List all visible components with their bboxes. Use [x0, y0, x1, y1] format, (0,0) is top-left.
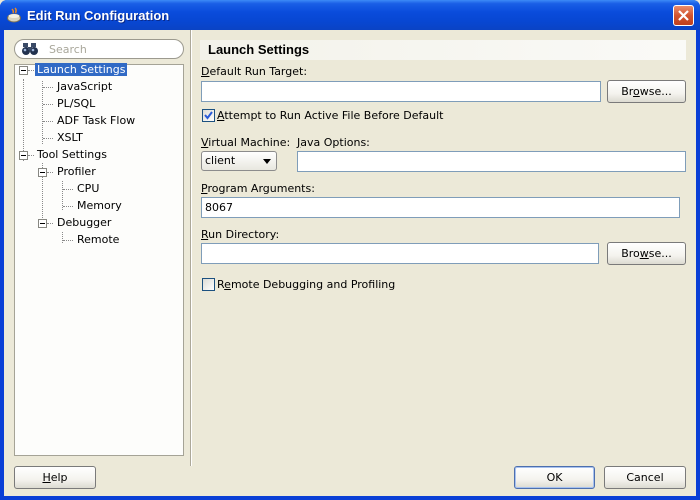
default-run-target-input[interactable]: [201, 81, 601, 102]
section-title: Launch Settings: [208, 42, 310, 57]
cancel-button[interactable]: Cancel: [604, 466, 686, 489]
ok-button[interactable]: OK: [514, 466, 595, 489]
browse-run-directory-button[interactable]: Browse...: [607, 242, 686, 265]
window-title: Edit Run Configuration: [27, 8, 170, 23]
tree-item-plsql[interactable]: PL/SQL: [57, 96, 95, 112]
collapse-profiler-icon[interactable]: [38, 168, 47, 177]
close-button[interactable]: [673, 5, 694, 26]
tree-item-remote[interactable]: Remote: [77, 232, 119, 248]
checkmark-icon: [204, 111, 213, 120]
tree-item-tool-settings[interactable]: Tool Settings: [37, 147, 107, 163]
virtual-machine-label: Virtual Machine:: [201, 136, 291, 149]
search-input[interactable]: Search: [14, 39, 184, 59]
search-placeholder: Search: [49, 43, 87, 56]
run-directory-label: Run Directory:: [201, 228, 280, 241]
tree-item-javascript[interactable]: JavaScript: [57, 79, 112, 95]
remote-debugging-label[interactable]: Remote Debugging and Profiling: [217, 278, 395, 291]
java-options-input[interactable]: [297, 151, 686, 172]
tree-item-xslt[interactable]: XSLT: [57, 130, 83, 146]
run-directory-input[interactable]: [201, 243, 599, 264]
settings-tree: Launch Settings JavaScript PL/SQL ADF Ta…: [14, 62, 184, 456]
attempt-active-file-checkbox[interactable]: [202, 109, 215, 122]
remote-debugging-checkbox[interactable]: [202, 278, 215, 291]
java-cup-icon: [6, 7, 22, 23]
tree-item-debugger[interactable]: Debugger: [57, 215, 111, 231]
tree-item-launch-settings[interactable]: Launch Settings: [35, 62, 128, 78]
help-button[interactable]: Help: [14, 466, 96, 489]
browse-run-target-button[interactable]: Browse...: [607, 80, 686, 103]
virtual-machine-select[interactable]: client: [201, 151, 277, 171]
close-icon: [678, 10, 689, 21]
program-arguments-input[interactable]: [201, 197, 680, 218]
panel-splitter[interactable]: [190, 30, 192, 466]
tree-item-adf-task-flow[interactable]: ADF Task Flow: [57, 113, 135, 129]
default-run-target-label: Default Run Target:: [201, 65, 308, 78]
collapse-launch-settings-icon[interactable]: [19, 66, 28, 75]
tree-item-memory[interactable]: Memory: [77, 198, 122, 214]
collapse-debugger-icon[interactable]: [38, 219, 47, 228]
java-options-label: Java Options:: [297, 136, 370, 149]
dialog-window: Edit Run Configuration Search Launch Set…: [0, 0, 700, 500]
binoculars-icon: [21, 42, 39, 59]
attempt-active-file-label[interactable]: Attempt to Run Active File Before Defaul…: [217, 109, 443, 122]
tree-item-profiler[interactable]: Profiler: [57, 164, 96, 180]
dialog-body: Search Launch Settings JavaScript PL/SQL…: [4, 30, 696, 496]
collapse-tool-settings-icon[interactable]: [19, 151, 28, 160]
title-bar[interactable]: Edit Run Configuration: [0, 0, 700, 30]
section-header: Launch Settings: [200, 40, 686, 60]
tree-item-cpu[interactable]: CPU: [77, 181, 99, 197]
dropdown-arrow-icon: [263, 159, 271, 164]
program-arguments-label: Program Arguments:: [201, 182, 315, 195]
